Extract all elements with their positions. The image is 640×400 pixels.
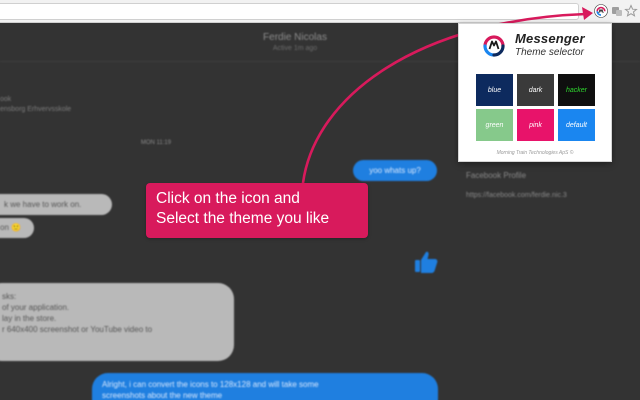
theme-button-hacker[interactable]: hacker	[558, 74, 595, 106]
message-bubble-incoming: k we have to work on.	[0, 194, 112, 215]
left-info-line-2: ensborg Erhvervsskole	[0, 106, 72, 113]
message-text: yoo whats up?	[369, 166, 421, 175]
theme-label: pink	[529, 121, 542, 129]
message-text-line: lay in the store.	[2, 314, 57, 323]
theme-label: default	[565, 121, 588, 129]
message-text-line: sks:	[2, 292, 17, 301]
theme-button-blue[interactable]: blue	[476, 74, 513, 106]
message-timestamp: MON 11:19	[140, 140, 172, 146]
callout-line-1: Click on the icon and	[156, 190, 300, 207]
address-bar[interactable]	[0, 3, 579, 20]
facebook-profile-link[interactable]: https://facebook.com/ferdie.nic.3	[466, 192, 567, 199]
message-bubble-incoming: sks: of your application. lay in the sto…	[0, 283, 234, 361]
like-thumb-icon[interactable]	[413, 249, 439, 280]
theme-label: green	[485, 121, 504, 129]
instruction-callout: Click on the icon and Select the theme y…	[146, 183, 368, 238]
messenger-theme-extension-icon[interactable]	[593, 3, 609, 19]
theme-label: blue	[487, 86, 502, 94]
theme-selector-popup: Messenger Theme selector blue dark hacke…	[458, 23, 612, 162]
left-info-line-1: ook	[0, 96, 12, 103]
theme-button-dark[interactable]: dark	[517, 74, 554, 106]
message-bubble-outgoing: Alright, i can convert the icons to 128x…	[92, 373, 438, 400]
popup-title: Messenger	[515, 31, 585, 46]
message-text-line: Alright, i can convert the icons to 128x…	[102, 380, 319, 389]
message-text: k we have to work on.	[4, 200, 82, 209]
theme-button-default[interactable]: default	[558, 109, 595, 141]
message-text-line: r 640x400 screenshot or YouTube video to	[2, 325, 153, 334]
theme-button-green[interactable]: green	[476, 109, 513, 141]
messenger-theme-logo-icon	[483, 35, 505, 57]
message-text-line: screenshots about the new theme	[102, 391, 223, 400]
message-bubble-outgoing: yoo whats up?	[353, 160, 437, 181]
popup-footer: Morning Train Technologies ApS ©	[496, 150, 574, 156]
theme-label: hacker	[565, 86, 587, 94]
message-text-line: of your application.	[2, 303, 70, 312]
facebook-profile-label: Facebook Profile	[466, 171, 527, 180]
popup-subtitle: Theme selector	[515, 47, 584, 58]
theme-button-pink[interactable]: pink	[517, 109, 554, 141]
callout-line-2: Select the theme you like	[156, 210, 330, 227]
theme-label: dark	[528, 86, 543, 94]
message-text: on 🙂	[0, 223, 22, 232]
message-bubble-incoming: on 🙂	[0, 218, 34, 238]
star-icon[interactable]	[623, 3, 639, 19]
browser-toolbar	[0, 0, 640, 23]
